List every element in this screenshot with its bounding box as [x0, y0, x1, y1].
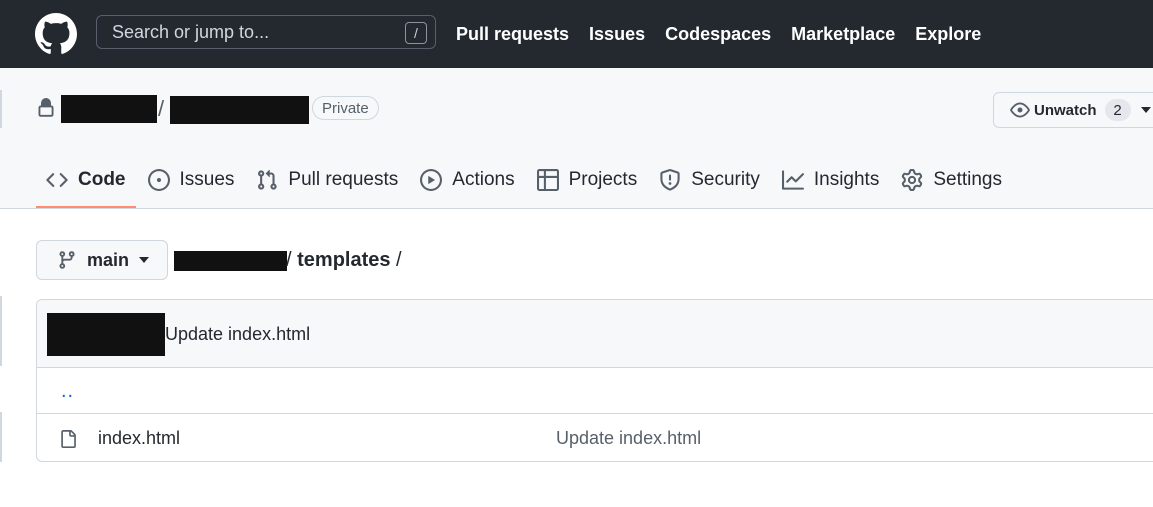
tab-label: Projects — [568, 169, 638, 190]
redacted-commit-author[interactable] — [47, 313, 165, 356]
eye-icon — [1010, 102, 1030, 118]
git-branch-icon — [59, 251, 75, 269]
tab-label: Pull requests — [288, 169, 399, 190]
parent-directory-link[interactable]: .. — [61, 380, 74, 403]
watchers-count: 2 — [1104, 99, 1131, 121]
repo-header: / Private Unwatch 2 Code Issues Pull req… — [0, 68, 1153, 209]
repo-tabs: Code Issues Pull requests Actions Projec… — [36, 156, 1014, 208]
lock-icon — [38, 98, 54, 117]
breadcrumb: / templates / — [286, 249, 402, 272]
latest-commit-row: Update index.html — [37, 300, 1153, 368]
file-commit-message[interactable]: Update index.html — [556, 428, 701, 449]
global-nav: Pull requests Issues Codespaces Marketpl… — [456, 0, 981, 68]
left-edge-divider — [0, 296, 2, 366]
tab-label: Issues — [179, 169, 235, 190]
search-placeholder: Search or jump to... — [112, 21, 270, 42]
search-input[interactable]: Search or jump to... / — [96, 15, 436, 49]
left-edge-divider — [0, 90, 2, 128]
left-edge-divider — [0, 412, 2, 462]
table-row[interactable]: index.html Update index.html — [37, 414, 1153, 461]
unwatch-button[interactable]: Unwatch 2 — [993, 92, 1153, 128]
global-header: Search or jump to... / Pull requests Iss… — [0, 0, 1153, 68]
tab-issues[interactable]: Issues — [138, 156, 245, 204]
tab-label: Settings — [933, 169, 1002, 190]
tab-settings[interactable]: Settings — [891, 156, 1012, 204]
nav-explore[interactable]: Explore — [915, 24, 981, 45]
tab-code[interactable]: Code — [36, 156, 136, 208]
redacted-repo-link[interactable] — [174, 251, 287, 271]
search-shortcut-key: / — [405, 22, 427, 44]
pull-request-icon — [258, 169, 278, 190]
tab-label: Code — [78, 169, 126, 190]
tab-label: Actions — [452, 169, 515, 190]
visibility-badge: Private — [312, 96, 379, 120]
code-icon — [46, 173, 68, 187]
tab-label: Security — [691, 169, 760, 190]
tab-insights[interactable]: Insights — [772, 156, 889, 204]
parent-directory-row[interactable]: .. — [37, 368, 1153, 414]
nav-pull-requests[interactable]: Pull requests — [456, 24, 569, 45]
breadcrumb-separator: / — [390, 249, 402, 271]
redacted-repo-name[interactable] — [170, 96, 309, 124]
chevron-down-icon[interactable] — [1140, 107, 1151, 113]
gear-icon — [902, 169, 923, 191]
tab-security[interactable]: Security — [649, 156, 770, 204]
github-logo-icon[interactable] — [35, 13, 77, 55]
table-icon — [536, 169, 559, 191]
file-listing: Update index.html .. index.html Update i… — [36, 299, 1153, 462]
breadcrumb-folder: templates — [297, 249, 391, 271]
branch-name: main — [87, 249, 130, 270]
latest-commit-message[interactable]: Update index.html — [165, 324, 310, 345]
repo-path-separator: / — [158, 96, 165, 121]
nav-codespaces[interactable]: Codespaces — [665, 24, 771, 45]
chevron-down-icon — [139, 257, 150, 263]
file-icon — [61, 430, 76, 448]
shield-icon — [660, 169, 680, 191]
graph-icon — [781, 170, 804, 190]
branch-selector-button[interactable]: main — [36, 240, 168, 280]
breadcrumb-separator: / — [286, 249, 298, 271]
nav-issues[interactable]: Issues — [589, 24, 645, 45]
issue-icon — [147, 169, 170, 191]
play-icon — [420, 169, 443, 191]
tab-projects[interactable]: Projects — [527, 156, 648, 204]
nav-marketplace[interactable]: Marketplace — [791, 24, 895, 45]
file-name-link[interactable]: index.html — [98, 428, 180, 449]
tab-actions[interactable]: Actions — [410, 156, 524, 204]
tab-pull-requests[interactable]: Pull requests — [246, 156, 408, 204]
unwatch-label: Unwatch — [1034, 101, 1097, 119]
redacted-owner-name[interactable] — [61, 95, 157, 123]
tab-label: Insights — [813, 169, 880, 190]
